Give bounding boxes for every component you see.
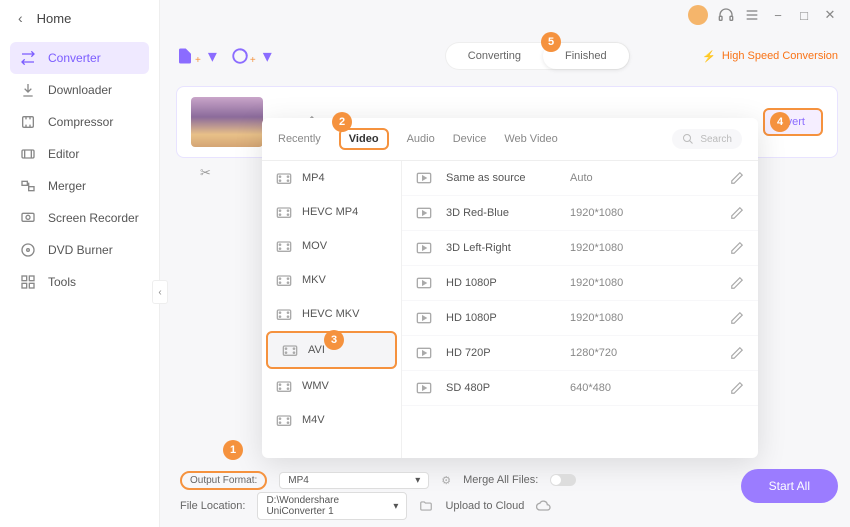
format-item-wmv[interactable]: WMV (262, 369, 401, 403)
dvd-icon (20, 242, 36, 258)
sidebar-item-downloader[interactable]: Downloader (10, 74, 149, 106)
edit-preset-icon[interactable] (730, 311, 744, 325)
sidebar-item-dvd-burner[interactable]: DVD Burner (10, 234, 149, 266)
format-item-mkv[interactable]: MKV (262, 263, 401, 297)
preset-icon (416, 381, 432, 395)
merge-settings-icon[interactable]: ⚙ (441, 474, 451, 487)
converter-icon (20, 50, 36, 66)
headset-icon[interactable] (718, 7, 734, 23)
tab-recently[interactable]: Recently (278, 133, 321, 145)
tab-video[interactable]: Video (339, 128, 389, 150)
edit-preset-icon[interactable] (730, 346, 744, 360)
home-label: Home (37, 11, 72, 26)
preset-item[interactable]: SD 480P640*480 (402, 371, 758, 406)
edit-preset-icon[interactable] (730, 276, 744, 290)
sidebar-item-compressor[interactable]: Compressor (10, 106, 149, 138)
start-all-button[interactable]: Start All (741, 469, 838, 503)
recorder-icon (20, 210, 36, 226)
preset-icon (416, 346, 432, 360)
preset-item[interactable]: Same as sourceAuto (402, 161, 758, 196)
tab-device[interactable]: Device (453, 133, 487, 145)
tour-badge-2: 2 (332, 112, 352, 132)
file-location-label: File Location: (180, 500, 245, 512)
preset-icon (416, 241, 432, 255)
tab-converting[interactable]: Converting (446, 43, 543, 69)
preset-item[interactable]: 3D Left-Right1920*1080 (402, 231, 758, 266)
bolt-icon: ⚡ (702, 50, 716, 63)
back-icon: ‹ (18, 10, 23, 26)
format-icon (276, 239, 292, 253)
cloud-icon[interactable] (536, 498, 552, 514)
file-location-select[interactable]: D:\Wondershare UniConverter 1▾ (257, 492, 407, 520)
edit-preset-icon[interactable] (730, 381, 744, 395)
downloader-icon (20, 82, 36, 98)
edit-preset-icon[interactable] (730, 171, 744, 185)
high-speed-toggle[interactable]: ⚡High Speed Conversion (702, 50, 838, 63)
sidebar: ‹ Home Converter Downloader Compressor E… (0, 0, 160, 527)
editor-icon (20, 146, 36, 162)
collapse-sidebar-button[interactable]: ‹ (152, 280, 168, 304)
format-item-hevc-mkv[interactable]: HEVC MKV (262, 297, 401, 331)
plus-icon: + (250, 55, 256, 66)
format-icon (282, 343, 298, 357)
merge-all-toggle[interactable] (550, 474, 576, 486)
chevron-down-icon: ▾ (415, 475, 420, 486)
tab-audio[interactable]: Audio (407, 133, 435, 145)
user-avatar[interactable] (688, 5, 708, 25)
merge-all-label: Merge All Files: (463, 474, 538, 486)
format-icon (276, 307, 292, 321)
tour-badge-3: 3 (324, 330, 344, 350)
sidebar-item-tools[interactable]: Tools (10, 266, 149, 298)
preset-icon (416, 171, 432, 185)
format-icon (276, 379, 292, 393)
sidebar-item-screen-recorder[interactable]: Screen Recorder (10, 202, 149, 234)
output-format-select[interactable]: MP4▾ (279, 472, 429, 489)
sidebar-item-converter[interactable]: Converter (10, 42, 149, 74)
preset-item[interactable]: 3D Red-Blue1920*1080 (402, 196, 758, 231)
tour-badge-5: 5 (541, 32, 561, 52)
compressor-icon (20, 114, 36, 130)
edit-preset-icon[interactable] (730, 206, 744, 220)
upload-cloud-label: Upload to Cloud (445, 500, 524, 512)
preset-item[interactable]: HD 1080P1920*1080 (402, 266, 758, 301)
status-segment: Converting Finished (446, 43, 629, 69)
format-item-hevc-mp4[interactable]: HEVC MP4 (262, 195, 401, 229)
add-folder-button[interactable]: +▾ (231, 46, 272, 67)
sidebar-item-editor[interactable]: Editor (10, 138, 149, 170)
menu-icon[interactable] (744, 7, 760, 23)
close-button[interactable]: ✕ (822, 7, 838, 23)
output-format-label: Output Format: (180, 471, 267, 490)
sidebar-item-merger[interactable]: Merger (10, 170, 149, 202)
trim-icon[interactable]: ✂ (200, 165, 211, 181)
open-folder-icon[interactable] (419, 499, 433, 513)
preset-icon (416, 311, 432, 325)
format-icon (276, 205, 292, 219)
format-search[interactable]: Search (672, 129, 742, 149)
format-item-mp4[interactable]: MP4 (262, 161, 401, 195)
format-item-m4v[interactable]: M4V (262, 403, 401, 437)
tab-webvideo[interactable]: Web Video (504, 133, 557, 145)
preset-icon (416, 276, 432, 290)
tools-icon (20, 274, 36, 290)
preset-item[interactable]: HD 720P1280*720 (402, 336, 758, 371)
format-item-mov[interactable]: MOV (262, 229, 401, 263)
format-icon (276, 273, 292, 287)
add-file-button[interactable]: +▾ (176, 46, 217, 67)
format-icon (276, 171, 292, 185)
format-icon (276, 413, 292, 427)
tour-badge-1: 1 (223, 440, 243, 460)
format-popup: Recently Video Audio Device Web Video Se… (262, 118, 758, 458)
plus-icon: + (195, 55, 201, 66)
edit-preset-icon[interactable] (730, 241, 744, 255)
preset-item[interactable]: HD 1080P1920*1080 (402, 301, 758, 336)
home-nav[interactable]: ‹ Home (0, 0, 159, 36)
video-thumbnail[interactable] (191, 97, 263, 147)
tour-badge-4: 4 (770, 112, 790, 132)
preset-icon (416, 206, 432, 220)
chevron-down-icon: ▾ (393, 501, 398, 512)
merger-icon (20, 178, 36, 194)
minimize-button[interactable]: − (770, 7, 786, 23)
maximize-button[interactable]: □ (796, 7, 812, 23)
